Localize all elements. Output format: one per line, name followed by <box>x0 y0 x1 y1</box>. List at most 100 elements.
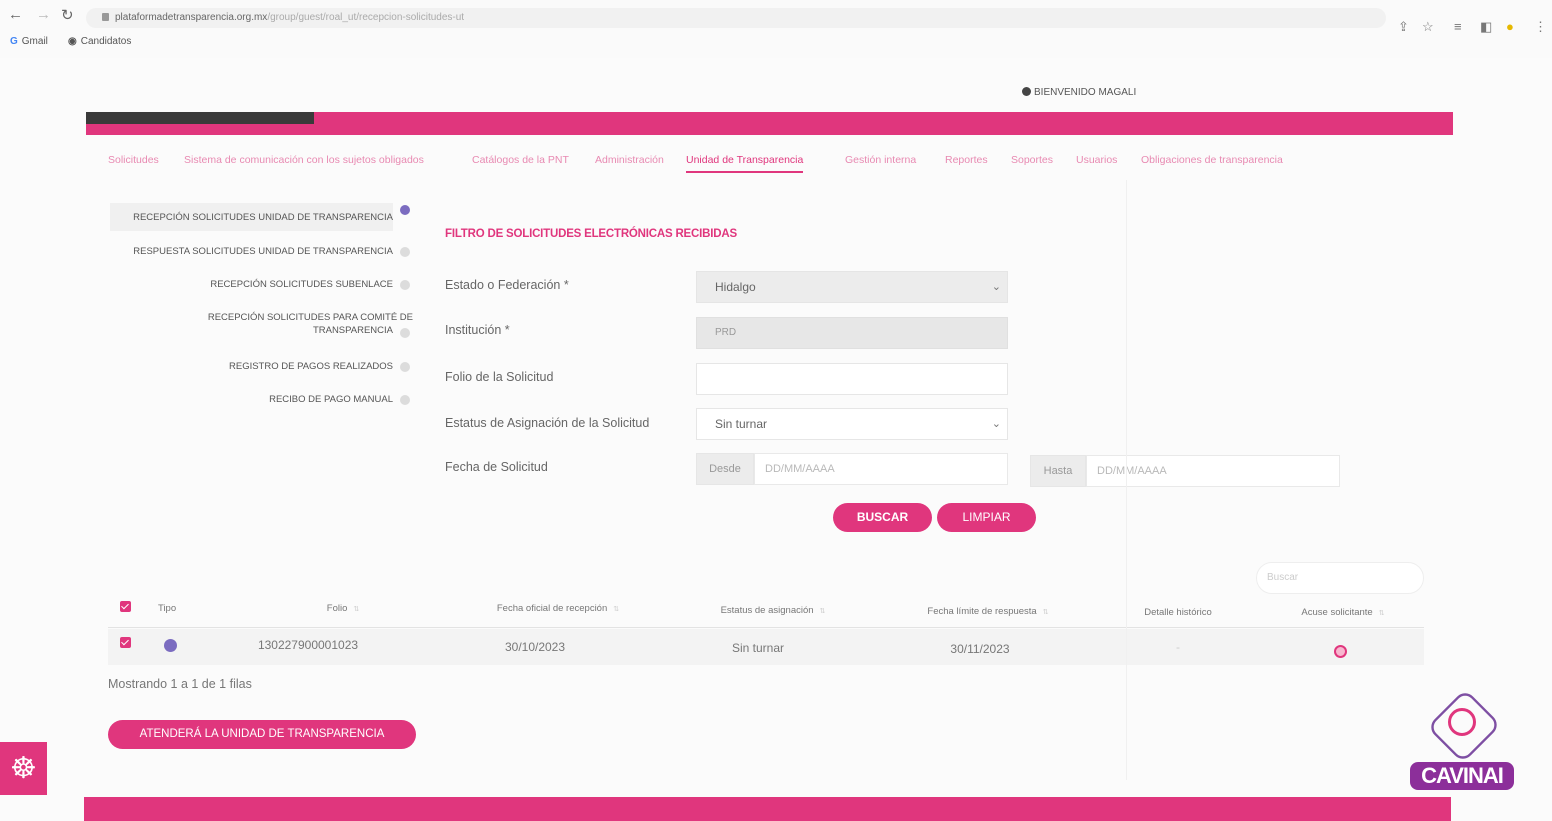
col-tipo[interactable]: Tipo <box>158 603 176 614</box>
limpiar-button[interactable]: LIMPIAR <box>937 503 1036 532</box>
footer-banner <box>84 797 1451 821</box>
fecha-label: Fecha de Solicitud <box>445 460 548 474</box>
header-banner <box>86 112 1453 135</box>
cavinai-logo: CAVINAI <box>1410 762 1514 790</box>
radio-selected-icon <box>400 205 410 215</box>
cell-estatus: Sin turnar <box>731 641 785 655</box>
menu-usuarios[interactable]: Usuarios <box>1076 154 1117 166</box>
address-bar[interactable]: plataformadetransparencia.org.mx/group/g… <box>86 8 1386 28</box>
hasta-addon: Hasta <box>1030 455 1086 487</box>
radio-icon <box>400 247 410 257</box>
col-fecha-recepcion-label: Fecha oficial de recepción <box>496 603 608 614</box>
banner-pink-bar <box>314 112 1453 135</box>
institucion-field[interactable]: PRD <box>696 317 1008 349</box>
estado-select[interactable]: Hidalgo ⌄ <box>696 271 1008 303</box>
share-icon[interactable]: ⇪ <box>1398 19 1409 35</box>
cell-fecha-limite: 30/11/2023 <box>950 642 1010 656</box>
folio-label: Folio de la Solicitud <box>445 370 554 384</box>
sort-icon: ⇅ <box>819 608 826 615</box>
col-folio-label: Folio <box>326 603 348 614</box>
bookmark-label: Candidatos <box>80 36 132 47</box>
col-estatus[interactable]: Estatus de asignación ⇅ <box>683 605 863 616</box>
bookmark-candidatos[interactable]: ◉ Candidatos <box>68 36 131 47</box>
banner-pink-segment <box>86 124 314 135</box>
col-estatus-label: Estatus de asignación <box>720 605 814 616</box>
table-header: Tipo Folio ⇅ Fecha oficial de recepción ⇅ … <box>108 597 1424 628</box>
buscar-button[interactable]: BUSCAR <box>833 503 932 532</box>
sidebar-item-recibo-pago[interactable]: RECIBO DE PAGO MANUAL <box>110 393 410 406</box>
sidebar-item-label: REGISTRO DE PAGOS REALIZADOS <box>229 361 393 372</box>
star-icon[interactable]: ☆ <box>1422 19 1434 35</box>
col-fecha-limite[interactable]: Fecha límite de respuesta ⇅ <box>888 606 1088 617</box>
sidebar-item-respuesta-ut[interactable]: RESPUESTA SOLICITUDES UNIDAD DE TRANSPAR… <box>110 245 410 258</box>
folio-input[interactable] <box>696 363 1008 395</box>
sort-icon: ⇅ <box>613 606 620 613</box>
sidebar-item-registro-pagos[interactable]: REGISTRO DE PAGOS REALIZADOS <box>110 360 410 373</box>
sidebar-item-label: RECEPCIÓN SOLICITUDES PARA COMITÉ DE <box>207 312 413 323</box>
col-detalle[interactable]: Detalle histórico <box>1118 607 1238 618</box>
attend-ut-button[interactable]: ATENDERÁ LA UNIDAD DE TRANSPARENCIA <box>108 720 416 749</box>
cavinai-face-icon <box>1448 708 1476 736</box>
sort-icon: ⇅ <box>353 606 360 613</box>
google-icon: G <box>10 36 18 47</box>
desde-date-input[interactable]: DD/MM/AAAA <box>754 453 1008 485</box>
chevron-down-icon: ⌄ <box>991 281 1001 293</box>
menu-administracion[interactable]: Administración <box>595 154 664 166</box>
sidebar-item-label: RECEPCIÓN SOLICITUDES UNIDAD DE TRANSPAR… <box>133 212 393 223</box>
kebab-menu-icon[interactable]: ⋮ <box>1534 19 1547 35</box>
bookmark-gmail[interactable]: G Gmail <box>10 36 48 47</box>
banner-dark-segment <box>86 112 314 124</box>
browser-chrome: ← → ↻ plataformadetransparencia.org.mx/g… <box>0 0 1552 58</box>
media-icon[interactable]: ≡ <box>1454 19 1462 34</box>
forward-icon[interactable]: → <box>36 6 51 23</box>
hasta-date-input[interactable]: DD/MM/AAAA <box>1086 455 1340 487</box>
sort-icon: ⇅ <box>1378 610 1385 617</box>
estatus-value: Sin turnar <box>715 417 768 431</box>
sidebar-item-label: RESPUESTA SOLICITUDES UNIDAD DE TRANSPAR… <box>133 246 393 257</box>
cell-detalle[interactable]: - <box>1168 640 1188 654</box>
layout-divider <box>1126 180 1127 780</box>
institucion-label: Institución * <box>445 323 510 337</box>
col-fecha-recepcion[interactable]: Fecha oficial de recepción ⇅ <box>458 603 658 614</box>
radio-icon <box>400 328 410 338</box>
sidepanel-icon[interactable]: ◧ <box>1480 19 1492 35</box>
profile-icon[interactable]: ● <box>1506 19 1514 34</box>
sidebar-item-recepcion-ut[interactable]: RECEPCIÓN SOLICITUDES UNIDAD DE TRANSPAR… <box>110 203 410 231</box>
back-icon[interactable]: ← <box>8 6 23 23</box>
table-row[interactable]: 130227900001023 30/10/2023 Sin turnar 30… <box>108 629 1424 665</box>
menu-gestion-interna[interactable]: Gestión interna <box>845 154 916 166</box>
col-folio[interactable]: Folio ⇅ <box>288 603 398 614</box>
menu-unidad-transparencia[interactable]: Unidad de Transparencia <box>686 154 804 173</box>
menu-soportes[interactable]: Soportes <box>1011 154 1053 166</box>
select-all-checkbox[interactable] <box>120 601 131 612</box>
menu-obligaciones[interactable]: Obligaciones de transparencia <box>1141 154 1283 166</box>
row-checkbox[interactable] <box>120 637 131 648</box>
radio-icon <box>400 362 410 372</box>
acuse-pdf-icon[interactable] <box>1334 645 1347 658</box>
welcome-user[interactable]: BIENVENIDO MAGALI <box>1022 87 1136 98</box>
menu-sistema-comunicacion[interactable]: Sistema de comunicación con los sujetos … <box>184 154 424 166</box>
col-detalle-label: Detalle histórico <box>1144 607 1212 618</box>
col-acuse-label: Acuse solicitante <box>1301 607 1373 618</box>
chevron-down-icon: ⌄ <box>991 418 1001 430</box>
radio-icon <box>400 280 410 290</box>
user-icon <box>1022 87 1031 96</box>
sidebar-item-label: TRANSPARENCIA <box>312 325 393 336</box>
cell-folio[interactable]: 130227900001023 <box>248 638 368 652</box>
accessibility-icon[interactable]: ☸ <box>0 742 47 795</box>
sidebar-item-recepcion-subenlace[interactable]: RECEPCIÓN SOLICITUDES SUBENLACE <box>110 278 410 291</box>
menu-solicitudes[interactable]: Solicitudes <box>108 154 159 166</box>
col-acuse[interactable]: Acuse solicitante ⇅ <box>1278 607 1408 618</box>
table-search-input[interactable]: Buscar <box>1256 562 1424 594</box>
estatus-select[interactable]: Sin turnar ⌄ <box>696 408 1008 440</box>
bookmark-label: Gmail <box>21 36 48 47</box>
menu-reportes[interactable]: Reportes <box>945 154 988 166</box>
globe-icon: ◉ <box>68 36 77 47</box>
sidebar-item-recepcion-comite[interactable]: RECEPCIÓN SOLICITUDES PARA COMITÉ DE TRA… <box>110 311 413 338</box>
url-path: /group/guest/roal_ut/recepcion-solicitud… <box>267 12 465 23</box>
cavinai-assistant[interactable]: CAVINAI <box>1406 688 1514 802</box>
sidebar-item-label: RECIBO DE PAGO MANUAL <box>269 394 393 405</box>
reload-icon[interactable]: ↻ <box>61 6 74 24</box>
sidebar-item-label: RECEPCIÓN SOLICITUDES SUBENLACE <box>210 279 393 290</box>
menu-catalogos[interactable]: Catálogos de la PNT <box>472 154 569 166</box>
